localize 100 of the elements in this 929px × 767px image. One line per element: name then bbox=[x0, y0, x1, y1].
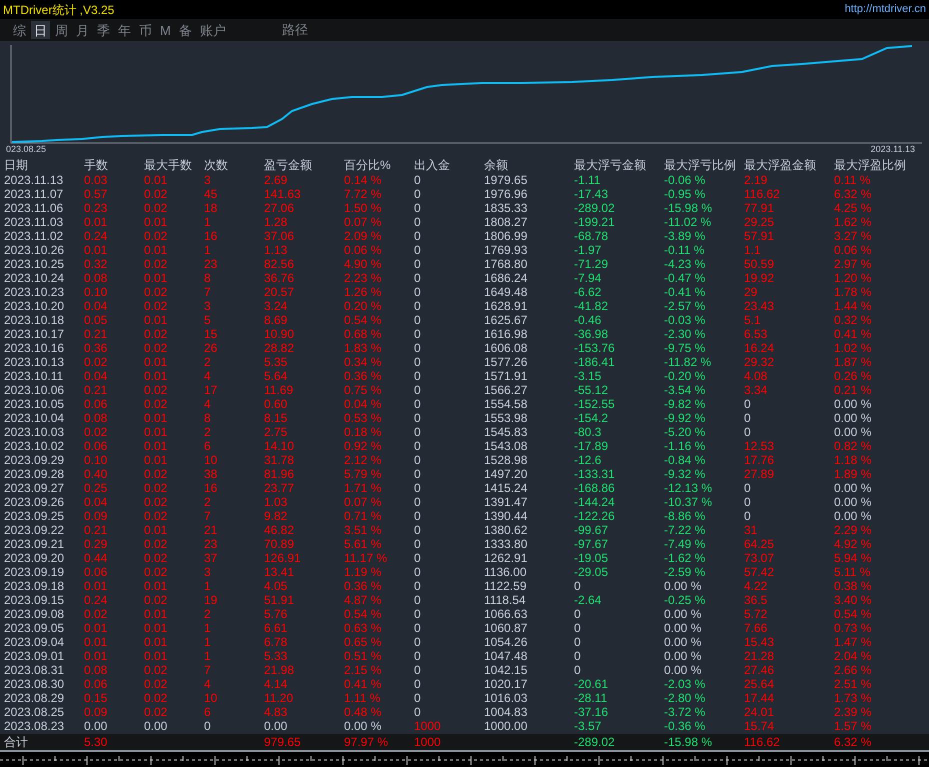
table-cell-text: -29.05 bbox=[574, 565, 610, 579]
table-cell-text: 0.00 % bbox=[834, 481, 872, 495]
table-cell-text: 0.02 bbox=[144, 495, 168, 509]
table-cell-text: 4.14 bbox=[264, 677, 288, 691]
column-header: 出入金 bbox=[414, 158, 451, 173]
table-cell-text: 0.01 bbox=[144, 215, 168, 229]
table-cell-text: 0.00 % bbox=[834, 495, 872, 509]
table-cell-text: 0 bbox=[744, 481, 752, 495]
table-cell-text: 0.02 bbox=[144, 299, 168, 313]
table-cell-text: 1118.54 bbox=[484, 593, 527, 607]
table-cell-text: -2.30 % bbox=[664, 327, 706, 341]
tab[interactable]: M bbox=[157, 21, 174, 39]
tab[interactable]: 账户 bbox=[196, 21, 229, 39]
table-cell-text: 13.41 bbox=[264, 565, 296, 579]
table-cell-text: 3.34 bbox=[744, 383, 768, 397]
table-cell-text: 0 bbox=[744, 509, 752, 523]
table-cell-text: 0.25 bbox=[84, 481, 108, 495]
table-cell-text: 81.96 bbox=[264, 467, 296, 481]
path-button[interactable]: 路径 bbox=[278, 20, 311, 40]
tab[interactable]: 综 bbox=[10, 21, 29, 39]
table-cell-text: 1808.27 bbox=[484, 215, 528, 229]
table-cell-text: 19 bbox=[204, 593, 218, 607]
table-cell-text: 4.87 % bbox=[344, 593, 382, 607]
tab[interactable]: 周 bbox=[52, 21, 71, 39]
table-cell-text: 2023.09.05 bbox=[4, 621, 66, 635]
table-cell-text: 0.00 % bbox=[834, 411, 872, 425]
table-cell-text: 1.78 % bbox=[834, 285, 872, 299]
table-cell-text: 1.02 % bbox=[834, 341, 872, 355]
tab[interactable]: 币 bbox=[136, 21, 155, 39]
table-cell-text: 77.91 bbox=[744, 201, 776, 215]
table-cell-text: 0.54 % bbox=[344, 313, 382, 327]
table-cell-text: 2023.10.25 bbox=[4, 257, 66, 271]
table-cell-text: 5.35 bbox=[264, 355, 288, 369]
tab[interactable]: 月 bbox=[73, 21, 92, 39]
table-cell-text: 0.02 bbox=[144, 663, 168, 677]
table-cell-text: 3.40 % bbox=[834, 593, 872, 607]
table-cell-text: 5.72 bbox=[744, 607, 768, 621]
table-cell-text: 0 bbox=[414, 635, 422, 649]
table-cell-text: 0.06 bbox=[84, 439, 108, 453]
table-cell-text: 2023.09.29 bbox=[4, 453, 66, 467]
table-cell-text: -154.2 bbox=[574, 411, 610, 425]
table-cell-text: 2023.08.30 bbox=[4, 677, 66, 691]
website-link[interactable]: http://mtdriver.cn bbox=[844, 1, 926, 18]
table-cell-text: 0.24 bbox=[84, 229, 108, 243]
tab[interactable]: 年 bbox=[115, 21, 134, 39]
table-cell-text: 19.92 bbox=[744, 271, 776, 285]
table-cell-text: 0.01 bbox=[144, 411, 168, 425]
table-cell-text: 1625.67 bbox=[484, 313, 528, 327]
table-cell-text: 5.1 bbox=[744, 313, 762, 327]
table-cell-text: 1577.26 bbox=[484, 355, 528, 369]
table-cell-text: 21.98 bbox=[264, 663, 296, 677]
table-cell-text: 1 bbox=[204, 649, 212, 663]
table-cell-text: 1415.24 bbox=[484, 481, 528, 495]
table-cell-text: 1.13 bbox=[264, 243, 288, 257]
table-cell-text: 0.21 bbox=[84, 327, 108, 341]
table-cell-text: 3 bbox=[204, 565, 212, 579]
table-cell-text: 2.23 % bbox=[344, 271, 382, 285]
table-cell-text: 1.26 % bbox=[344, 285, 382, 299]
table-cell-text: 7 bbox=[204, 509, 212, 523]
table-cell-text: 1979.65 bbox=[484, 173, 528, 187]
table-cell-text: 0.57 bbox=[84, 187, 108, 201]
table-cell-text: 0.01 bbox=[144, 439, 168, 453]
table-cell-text: 0.06 % bbox=[834, 243, 872, 257]
table-cell-text: 1004.83 bbox=[484, 705, 528, 719]
table-cell-text: 0.21 % bbox=[834, 383, 872, 397]
table-cell-text: 0.01 bbox=[84, 243, 108, 257]
table-cell-text: -7.49 % bbox=[664, 537, 706, 551]
table-cell-text: -11.02 % bbox=[664, 215, 712, 229]
table-cell-text: -37.16 bbox=[574, 705, 610, 719]
table-cell-text: 0.09 bbox=[84, 705, 108, 719]
table-cell-text: -152.55 bbox=[574, 397, 616, 411]
table-cell-text: 0 bbox=[414, 439, 422, 453]
table-cell-text: 0.01 bbox=[144, 453, 168, 467]
table-cell-text: 24.01 bbox=[744, 705, 776, 719]
table-cell-text: 2 bbox=[204, 607, 212, 621]
table-cell-text: 2023.09.21 bbox=[4, 537, 66, 551]
table-cell-text: 23 bbox=[204, 257, 218, 271]
table-cell-text: 1.03 bbox=[264, 495, 288, 509]
table-cell-text: -28.11 bbox=[574, 691, 608, 705]
table-cell-text: 0.54 % bbox=[834, 607, 872, 621]
tab[interactable]: 日 bbox=[31, 21, 50, 39]
table-cell-text: 0.07 % bbox=[344, 215, 382, 229]
table-cell-text: 0.07 % bbox=[344, 495, 382, 509]
table-cell-text: 2.39 % bbox=[834, 705, 872, 719]
table-cell-text: 0 bbox=[414, 243, 422, 257]
table-cell-text: 3.27 % bbox=[834, 229, 872, 243]
total-cell-text: 1000 bbox=[414, 735, 442, 749]
table-cell-text: 0 bbox=[414, 579, 422, 593]
table-cell-text: 27.06 bbox=[264, 201, 296, 215]
tab[interactable]: 备 bbox=[176, 21, 195, 39]
table-cell-text: 0.51 % bbox=[344, 649, 382, 663]
table-cell-text: 0 bbox=[204, 719, 212, 733]
table-cell-text: 2023.09.08 bbox=[4, 607, 66, 621]
table-cell-text: 0.06 % bbox=[344, 243, 382, 257]
total-cell-text: -15.98 % bbox=[664, 735, 714, 749]
tab[interactable]: 季 bbox=[94, 21, 113, 39]
table-cell-text: 0.26 % bbox=[834, 369, 872, 383]
table-cell-text: 0.63 % bbox=[344, 621, 382, 635]
table-cell-text: 2023.09.18 bbox=[4, 579, 66, 593]
table-cell-text: 0.01 bbox=[84, 215, 108, 229]
